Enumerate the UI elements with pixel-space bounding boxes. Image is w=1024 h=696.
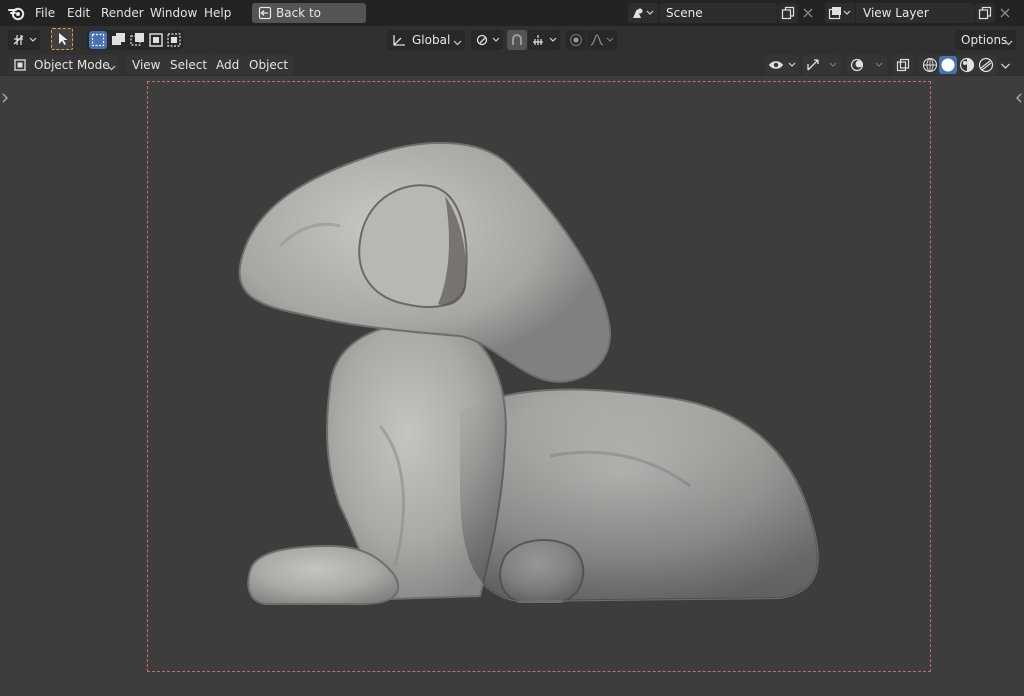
pivot-icon [474,33,502,50]
chevron-down-icon [107,61,116,75]
viewport-header: Object Mode View Select Add Object [0,54,1024,76]
snap-increment-icon [531,33,559,50]
select-intersect-icon[interactable] [165,31,183,52]
3d-viewport[interactable] [0,76,1024,696]
sidebar-expand-arrow-icon[interactable] [1015,92,1023,107]
top-menu-bar: File Edit Render Window Help Back to Pre… [0,0,1024,40]
new-view-layer-button[interactable] [975,3,995,23]
view-layer-icon [828,6,852,23]
shading-options-chevron-icon[interactable] [1000,60,1011,74]
remove-scene-close-icon[interactable] [802,7,814,22]
object-mode-icon [13,58,27,75]
transform-orientation-dropdown[interactable]: Global [387,30,465,50]
menu-render[interactable]: Render [101,5,144,21]
xray-icon [896,58,910,75]
overlays-dropdown[interactable] [847,55,887,75]
object-menu[interactable]: Object [243,55,295,75]
orientation-axes-icon [391,33,407,50]
proportional-falloff-dropdown[interactable] [587,30,617,50]
menu-file[interactable]: File [35,5,55,21]
scene-icon [631,6,655,23]
proportional-editing-toggle[interactable] [566,30,586,50]
visibility-dropdown[interactable] [765,55,799,75]
new-scene-button[interactable] [778,3,798,23]
axes-editor-icon [11,33,39,50]
snap-target-dropdown[interactable] [528,30,560,50]
cursor-arrow-icon [57,32,69,49]
eye-icon [768,58,798,75]
mode-dropdown[interactable]: Object Mode [9,55,119,75]
options-dropdown[interactable]: Options [955,30,1016,50]
rendered-shading-icon[interactable] [977,56,995,77]
view-layer-type-dropdown[interactable] [825,3,855,23]
duplicate-icon [978,6,992,23]
orientation-label: Global [412,33,451,47]
view-menu[interactable]: View [126,55,167,75]
proportional-editing-icon [569,33,583,50]
mode-label: Object Mode [34,58,110,72]
back-to-previous-button[interactable]: Back to Previous [252,3,366,40]
scene-name-field[interactable]: Scene [659,3,777,23]
editor-type-dropdown[interactable] [8,30,40,50]
remove-view-layer-close-icon[interactable] [999,7,1011,22]
tool-settings-bar: Global Options [0,26,1024,54]
back-arrow-icon [258,6,272,26]
chevron-down-icon [1004,36,1013,50]
select-extend-icon[interactable] [109,31,127,52]
menu-edit[interactable]: Edit [67,5,90,21]
select-subtract-icon[interactable] [128,31,146,52]
falloff-curve-icon [590,33,616,50]
menu-window[interactable]: Window [150,5,197,21]
pivot-point-dropdown[interactable] [471,30,503,50]
solid-shading-icon[interactable] [939,56,957,74]
sculpted-dog-mesh[interactable] [220,126,840,616]
select-menu[interactable]: Select [164,55,214,75]
select-new-icon[interactable] [89,31,107,49]
xray-toggle[interactable] [893,55,913,75]
select-invert-icon[interactable] [147,31,165,52]
selection-mode-group [87,30,183,50]
material-preview-shading-icon[interactable] [958,56,976,77]
overlays-icon [850,58,886,75]
gizmo-icon [806,58,840,75]
snap-toggle[interactable] [507,30,527,50]
wireframe-shading-icon[interactable] [921,56,939,77]
magnet-icon [510,33,524,50]
shading-mode-group [919,55,997,75]
duplicate-icon [781,6,795,23]
scene-type-dropdown[interactable] [628,3,658,23]
options-label: Options [961,33,1008,47]
add-menu[interactable]: Add [210,55,246,75]
chevron-down-icon [453,36,462,50]
select-tool-button[interactable] [51,28,73,50]
view-layer-name-field[interactable]: View Layer [856,3,974,23]
toolbar-expand-arrow-icon[interactable] [1,92,9,107]
menu-help[interactable]: Help [204,5,231,21]
blender-logo-icon[interactable] [8,5,26,24]
gizmo-dropdown[interactable] [803,55,841,75]
